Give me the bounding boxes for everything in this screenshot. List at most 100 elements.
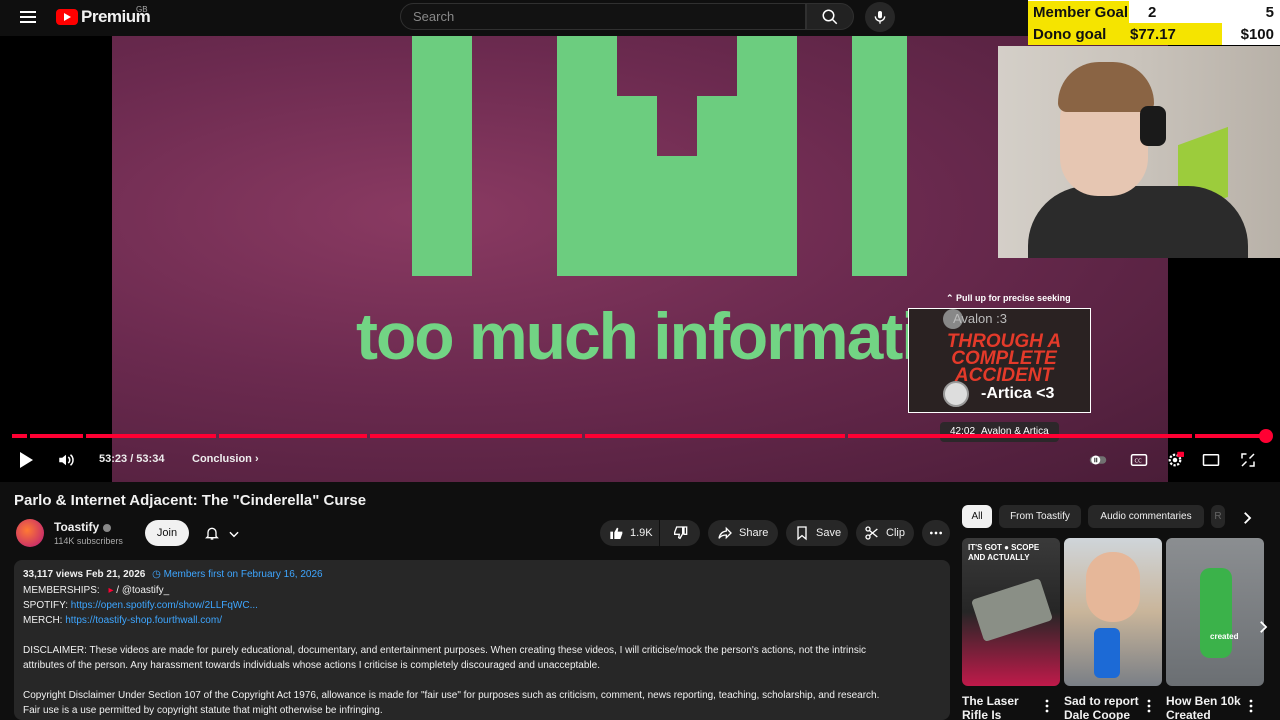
theater-mode-icon[interactable] bbox=[1202, 451, 1220, 469]
chevron-right-icon[interactable] bbox=[1254, 616, 1272, 638]
scrubber-handle[interactable] bbox=[1259, 429, 1273, 443]
play-icon[interactable] bbox=[20, 452, 33, 468]
more-vertical-icon[interactable] bbox=[1044, 699, 1050, 713]
region-label: GB bbox=[136, 5, 148, 14]
clip-button[interactable]: Clip bbox=[856, 520, 914, 546]
search-icon bbox=[822, 9, 838, 25]
seek-hint: ⌃ Pull up for precise seeking bbox=[946, 293, 1071, 303]
menu-icon[interactable] bbox=[20, 8, 38, 26]
video-title-link[interactable]: The Laser Rifle Is bbox=[962, 694, 1042, 720]
thumbs-down-icon bbox=[674, 526, 688, 540]
chapter-label: Conclusion bbox=[192, 453, 252, 465]
members-first-text: Members first on February 16, 2026 bbox=[163, 569, 323, 580]
seek-preview-thumbnail: Avalon :3 THROUGH A COMPLETE ACCIDENT -A… bbox=[908, 308, 1091, 413]
settings-gear-icon[interactable] bbox=[1166, 451, 1184, 469]
video-thumbnail[interactable]: created bbox=[1166, 538, 1264, 686]
webcam-overlay bbox=[998, 46, 1280, 258]
fullscreen-icon[interactable] bbox=[1239, 451, 1257, 469]
chapter-button[interactable]: Conclusion › bbox=[192, 453, 259, 465]
frame-graphic bbox=[852, 36, 907, 276]
search-button[interactable] bbox=[806, 3, 854, 30]
microphone-graphic bbox=[1094, 628, 1120, 678]
time-display: 53:23 / 53:34 bbox=[99, 453, 165, 465]
video-thumbnail[interactable] bbox=[1064, 538, 1162, 686]
share-button[interactable]: Share bbox=[708, 520, 778, 546]
chip-audio-commentaries[interactable]: Audio commentaries bbox=[1088, 505, 1204, 528]
notification-bell-button[interactable] bbox=[197, 520, 253, 546]
channel-name-text: Toastify bbox=[54, 520, 100, 534]
rifle-graphic bbox=[970, 577, 1054, 643]
chevron-down-icon bbox=[229, 531, 239, 538]
progress-bar[interactable] bbox=[12, 434, 1266, 438]
memberships-line: MEMBERSHIPS: ▸ / @toastify_ bbox=[23, 585, 169, 596]
chip-more[interactable]: R bbox=[1211, 505, 1225, 528]
captions-icon[interactable]: CC bbox=[1130, 451, 1148, 469]
merch-line: MERCH: https://toastify-shop.fourthwall.… bbox=[23, 615, 222, 626]
dislike-button[interactable] bbox=[660, 520, 700, 546]
volume-icon[interactable] bbox=[57, 451, 75, 469]
streamer-body bbox=[1028, 186, 1248, 258]
svg-text:CC: CC bbox=[1135, 458, 1143, 464]
memberships-value[interactable]: / @toastify_ bbox=[116, 585, 169, 596]
chapter-segment bbox=[86, 434, 216, 438]
frame-graphic bbox=[697, 96, 737, 276]
spotify-line: SPOTIFY: https://open.spotify.com/show/2… bbox=[23, 600, 258, 611]
members-first-link[interactable]: ◷ Members first on February 16, 2026 bbox=[152, 569, 322, 580]
chevron-right-icon[interactable] bbox=[1238, 509, 1256, 527]
youtube-play-icon bbox=[56, 9, 78, 25]
chapter-segment bbox=[1195, 434, 1266, 438]
merch-label: MERCH: bbox=[23, 615, 63, 626]
video-thumbnail[interactable]: IT'S GOT ● SCOPE AND ACTUALLY bbox=[962, 538, 1060, 686]
more-horizontal-icon bbox=[930, 531, 942, 535]
streamer-hair bbox=[1058, 62, 1154, 112]
thumbnail-caption: IT'S GOT ● SCOPE AND ACTUALLY bbox=[968, 543, 1040, 562]
merch-link[interactable]: https://toastify-shop.fourthwall.com/ bbox=[65, 615, 222, 626]
chapter-segment bbox=[30, 434, 83, 438]
chip-all[interactable]: All bbox=[962, 505, 992, 528]
copyright-text: Fair use is a use permitted by copyright… bbox=[23, 705, 383, 716]
member-goal-row: Member Goal 2 5 bbox=[1028, 1, 1280, 23]
youtube-mini-icon: ▸ bbox=[108, 585, 114, 596]
views-date: 33,117 views Feb 21, 2026 ◷ Members firs… bbox=[23, 569, 323, 580]
more-vertical-icon[interactable] bbox=[1146, 699, 1152, 713]
frame-graphic bbox=[557, 36, 617, 276]
microphone-icon bbox=[874, 11, 886, 24]
disclaimer-text: attributes of the person. Any harassment… bbox=[23, 660, 600, 671]
channel-name[interactable]: Toastify bbox=[54, 520, 112, 534]
channel-avatar[interactable] bbox=[16, 519, 44, 547]
frame-graphic bbox=[737, 36, 797, 276]
save-button[interactable]: Save bbox=[786, 520, 848, 546]
member-goal-target: 5 bbox=[1265, 4, 1274, 21]
scissors-icon bbox=[865, 526, 878, 540]
video-title-link[interactable]: Sad to report Dale Coope bbox=[1064, 694, 1144, 720]
youtube-logo[interactable]: Premium GB bbox=[56, 5, 151, 27]
search-input[interactable] bbox=[401, 4, 805, 29]
subscriber-count: 114K subscribers bbox=[54, 536, 123, 546]
player-controls: 53:23 / 53:34 Conclusion › CC bbox=[0, 448, 1280, 472]
voice-search-button[interactable] bbox=[865, 2, 895, 32]
video-title: Parlo & Internet Adjacent: The "Cinderel… bbox=[14, 492, 367, 509]
chip-from-channel[interactable]: From Toastify bbox=[999, 505, 1081, 528]
video-title-link[interactable]: How Ben 10k Created bbox=[1166, 694, 1246, 720]
frame-graphic bbox=[657, 156, 697, 276]
like-count: 1.9K bbox=[630, 527, 653, 539]
preview-bottom-text: -Artica <3 bbox=[981, 385, 1055, 402]
autoplay-toggle-icon[interactable] bbox=[1089, 451, 1107, 469]
spotify-link[interactable]: https://open.spotify.com/show/2LLFqWC... bbox=[71, 600, 258, 611]
chapter-segment bbox=[12, 434, 27, 438]
like-button[interactable]: 1.9K bbox=[600, 520, 659, 546]
thumbs-up-icon bbox=[610, 527, 623, 539]
thumbnail-caption: created bbox=[1210, 632, 1239, 641]
share-icon bbox=[718, 526, 732, 540]
dono-goal-label: Dono goal bbox=[1033, 26, 1107, 43]
more-vertical-icon[interactable] bbox=[1248, 699, 1254, 713]
memberships-label: MEMBERSHIPS: bbox=[23, 585, 100, 596]
description-box[interactable]: 33,117 views Feb 21, 2026 ◷ Members firs… bbox=[14, 560, 950, 720]
preview-top-text: Avalon :3 bbox=[953, 311, 1007, 326]
more-actions-button[interactable] bbox=[922, 520, 950, 546]
join-button[interactable]: Join bbox=[145, 520, 189, 546]
dono-goal-target: $100 bbox=[1240, 26, 1274, 43]
person-face-graphic bbox=[1086, 552, 1140, 622]
chapter-segment bbox=[370, 434, 582, 438]
member-goal-current: 2 bbox=[1148, 4, 1157, 21]
